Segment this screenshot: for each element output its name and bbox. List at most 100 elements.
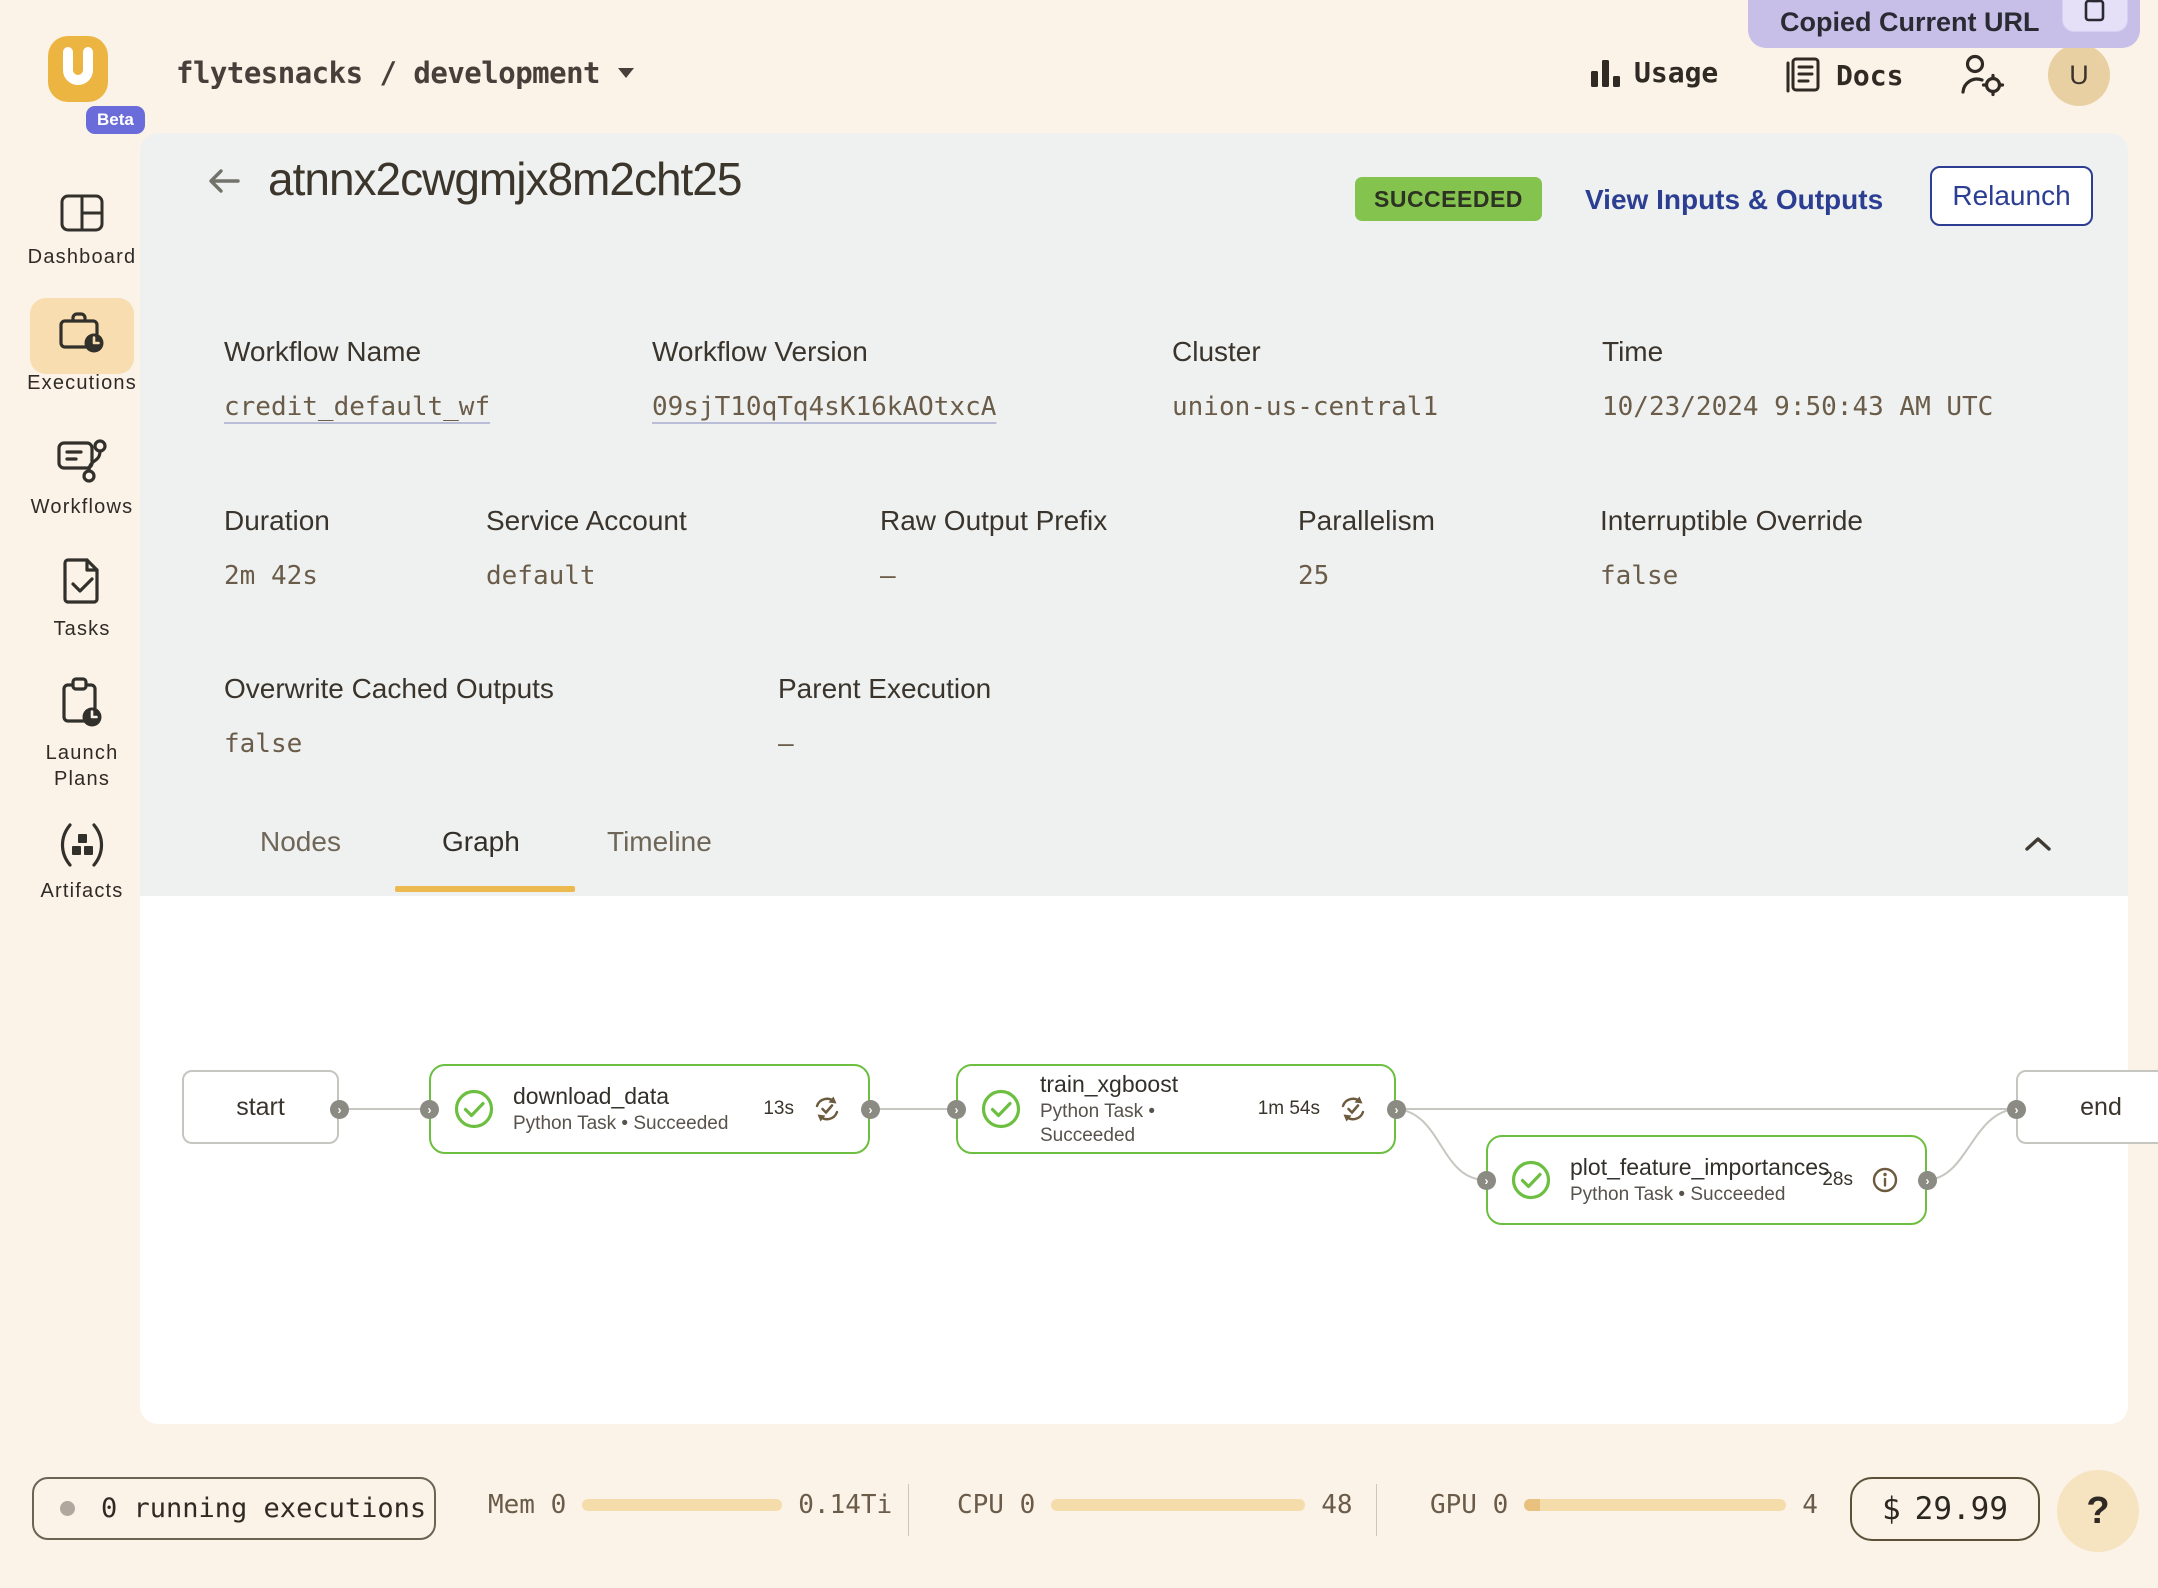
field-value: union-us-central1 [1172, 392, 1438, 422]
divider [908, 1484, 909, 1536]
usage-nav[interactable]: Usage [1588, 54, 1718, 90]
port-icon: › [1918, 1171, 1937, 1190]
graph-node-train-xgboost[interactable]: train_xgboost Python Task • Succeeded 1m… [956, 1064, 1396, 1154]
cache-icon [812, 1094, 842, 1124]
docs-nav[interactable]: Docs [1782, 54, 1903, 96]
dashboard-icon [58, 192, 106, 234]
field-service-account: Service Account default [486, 505, 687, 591]
sidebar-item-launch-plans[interactable]: Launch Plans [0, 676, 164, 792]
field-label: Raw Output Prefix [880, 505, 1107, 536]
field-value: 2m 42s [224, 561, 330, 591]
sidebar-label: Launch [46, 740, 119, 766]
node-duration: 28s [1822, 1169, 1853, 1191]
field-label: Workflow Version [652, 336, 868, 367]
port-icon: › [330, 1100, 349, 1119]
cpu-gauge: CPU 0 48 [957, 1490, 1353, 1520]
info-icon[interactable] [1871, 1166, 1899, 1194]
docs-label: Docs [1836, 59, 1903, 92]
union-logo-glyph [48, 36, 108, 102]
field-label: Time [1602, 336, 1663, 367]
graph-node-start[interactable]: start [182, 1070, 339, 1144]
tooltip-text: Copied Current URL [1780, 7, 2040, 38]
gauge-label: CPU 0 [957, 1490, 1035, 1520]
union-logo[interactable] [48, 36, 108, 102]
dollar-icon: $ [1882, 1491, 1901, 1527]
breadcrumb[interactable]: flytesnacks / development [176, 56, 600, 90]
status-badge: SUCCEEDED [1355, 177, 1542, 221]
node-text: plot_feature_importances Python Task • S… [1570, 1153, 1804, 1207]
help-button[interactable]: ? [2057, 1470, 2139, 1552]
field-label: Duration [224, 505, 330, 536]
node-title: train_xgboost [1040, 1070, 1240, 1098]
node-text: download_data Python Task • Succeeded [513, 1082, 745, 1136]
graph-node-download-data[interactable]: download_data Python Task • Succeeded 13… [429, 1064, 870, 1154]
field-parent-execution: Parent Execution – [778, 673, 991, 759]
tab-timeline[interactable]: Timeline [607, 826, 712, 858]
sidebar-item-dashboard[interactable]: Dashboard [0, 192, 164, 270]
collapse-chevron-icon[interactable] [2022, 834, 2054, 854]
graph-node-plot-feature-importances[interactable]: plot_feature_importances Python Task • S… [1486, 1135, 1927, 1225]
node-label: end [2080, 1093, 2122, 1122]
sidebar-label: Dashboard [28, 244, 137, 270]
gauge-bar [582, 1499, 782, 1511]
launch-plans-icon [58, 676, 106, 730]
field-duration: Duration 2m 42s [224, 505, 330, 591]
port-icon: › [1477, 1171, 1496, 1190]
cost-pill[interactable]: $ 29.99 [1850, 1477, 2040, 1541]
field-value: 10/23/2024 9:50:43 AM UTC [1602, 392, 1993, 422]
sidebar-label: Plans [54, 766, 110, 792]
node-title: download_data [513, 1082, 745, 1110]
chevron-down-icon[interactable] [618, 68, 634, 78]
field-cluster: Cluster union-us-central1 [1172, 336, 1438, 422]
gpu-gauge: GPU 0 4 [1430, 1490, 1818, 1520]
sidebar-label: Artifacts [40, 878, 123, 904]
usage-label: Usage [1634, 56, 1718, 89]
workflow-version-link[interactable]: 09sjT10qTq4sK16kAOtxcA [652, 392, 996, 422]
field-value: default [486, 561, 687, 591]
node-text: train_xgboost Python Task • Succeeded [1040, 1070, 1240, 1148]
copied-url-tooltip: Copied Current URL [1748, 0, 2140, 48]
workflows-icon [55, 434, 109, 484]
artifacts-icon [56, 822, 108, 868]
app-window: Beta flytesnacks / development Usage Doc… [0, 0, 2158, 1588]
gauge-label: GPU 0 [1430, 1490, 1508, 1520]
avatar[interactable]: U [2048, 44, 2110, 106]
field-label: Interruptible Override [1600, 505, 1863, 536]
port-icon: › [2007, 1100, 2026, 1119]
gauge-max: 0.14Ti [798, 1490, 892, 1520]
running-executions-pill[interactable]: 0 running executions [32, 1477, 436, 1540]
node-duration: 1m 54s [1258, 1098, 1320, 1120]
user-settings-icon[interactable] [1958, 52, 2006, 98]
status-dot [60, 1501, 75, 1516]
field-raw-output-prefix: Raw Output Prefix – [880, 505, 1107, 591]
node-subtitle: Python Task • Succeeded [1040, 1100, 1240, 1148]
relaunch-button[interactable]: Relaunch [1930, 166, 2093, 226]
copy-url-button[interactable] [2062, 0, 2128, 32]
field-time: Time 10/23/2024 9:50:43 AM UTC [1602, 336, 1993, 422]
sidebar-label: Executions [27, 370, 137, 396]
gauge-bar [1524, 1499, 1786, 1511]
field-label: Workflow Name [224, 336, 421, 367]
gauge-label: Mem 0 [488, 1490, 566, 1520]
sidebar-item-executions[interactable]: Executions [0, 306, 164, 396]
node-subtitle: Python Task • Succeeded [1570, 1183, 1804, 1207]
view-inputs-outputs-link[interactable]: View Inputs & Outputs [1585, 184, 1883, 216]
tab-graph[interactable]: Graph [442, 826, 520, 858]
sidebar-item-tasks[interactable]: Tasks [0, 556, 164, 642]
check-circle-icon [980, 1088, 1022, 1130]
back-arrow-icon[interactable] [205, 165, 243, 197]
gauge-max: 48 [1321, 1490, 1352, 1520]
check-circle-icon [453, 1088, 495, 1130]
beta-badge: Beta [86, 106, 145, 134]
sidebar-item-workflows[interactable]: Workflows [0, 434, 164, 520]
workflow-name-link[interactable]: credit_default_wf [224, 392, 490, 422]
tab-nodes[interactable]: Nodes [260, 826, 341, 858]
graph-node-end[interactable]: end [2016, 1070, 2158, 1144]
field-label: Parallelism [1298, 505, 1435, 536]
memory-gauge: Mem 0 0.14Ti [488, 1490, 892, 1520]
field-interruptible-override: Interruptible Override false [1600, 505, 1863, 591]
running-executions-label: 0 running executions [101, 1493, 426, 1524]
field-overwrite-cached-outputs: Overwrite Cached Outputs false [224, 673, 554, 759]
field-workflow-version: Workflow Version 09sjT10qTq4sK16kAOtxcA [652, 336, 996, 422]
sidebar-item-artifacts[interactable]: Artifacts [0, 822, 164, 904]
